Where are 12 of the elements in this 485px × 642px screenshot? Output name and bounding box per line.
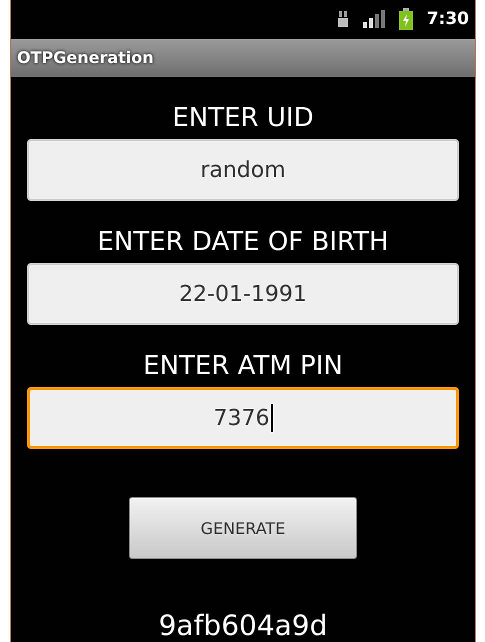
field-label: ENTER ATM PIN — [143, 351, 343, 381]
input-field[interactable]: random — [27, 139, 459, 201]
otp-result: 9afb604a9d — [158, 609, 328, 642]
clock-time: 7:30 — [426, 9, 469, 30]
field-label: ENTER UID — [172, 103, 314, 133]
input-field[interactable]: 7376 — [27, 387, 459, 449]
input-field[interactable]: 22-01-1991 — [27, 263, 459, 325]
generate-button[interactable]: GENERATE — [129, 497, 357, 559]
field-label: ENTER DATE OF BIRTH — [97, 227, 389, 257]
signal-icon — [362, 10, 385, 28]
window-title: OTPGeneration — [17, 48, 154, 68]
battery-icon — [398, 8, 413, 30]
